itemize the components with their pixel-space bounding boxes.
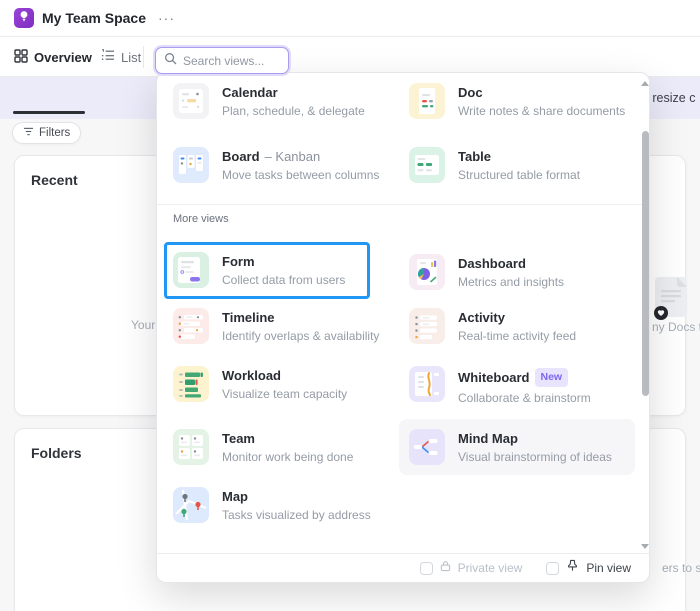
view-desc: Real-time activity feed [458,329,577,343]
lock-icon [440,559,451,577]
filters-button[interactable]: Filters [12,122,82,144]
views-popup: Calendar Plan, schedule, & delegate Doc … [156,72,650,583]
private-view-checkbox[interactable] [419,561,433,575]
folders-empty-text: ers to show [662,561,700,575]
popup-footer: Private view Pin view [157,553,649,582]
page-title: My Team Space [42,10,147,26]
new-badge: New [534,368,569,387]
view-desc: Plan, schedule, & delegate [222,104,365,118]
search-views-input[interactable] [183,53,280,68]
search-icon [164,52,177,70]
view-title: Team [222,431,255,446]
pin-icon [566,559,579,577]
folders-card-title: Folders [31,445,82,461]
calendar-view-icon [173,83,209,119]
scrollbar-down-arrow[interactable] [641,544,649,549]
tab-list[interactable]: List [100,47,141,67]
tab-list-label: List [121,49,142,65]
view-desc: Identify overlaps & availability [222,329,380,343]
view-desc: Metrics and insights [458,275,565,289]
view-title: Timeline [222,310,275,325]
table-view-icon [409,147,445,183]
view-item-whiteboard[interactable]: Whiteboard New Collaborate & brainstorm [409,366,635,405]
recent-card-title: Recent [31,172,78,188]
tab-divider [143,46,144,68]
view-title: Activity [458,310,505,325]
view-item-team[interactable]: Team Monitor work being done [173,429,399,465]
view-desc: Write notes & share documents [458,104,626,118]
tab-overview-label: Overview [34,49,92,65]
grid-icon [14,48,28,66]
doc-heart-empty-state-icon [652,276,692,325]
workload-view-icon [173,366,209,402]
dashboard-view-icon [409,254,445,290]
more-views-label: More views [173,213,229,225]
view-desc: Collect data from users [222,273,346,287]
view-desc: Visual brainstorming of ideas [458,450,612,464]
list-icon [100,48,115,65]
private-view-toggle[interactable]: Private view [419,559,523,577]
search-views-box[interactable] [155,47,289,74]
active-tab-underline [13,111,85,114]
view-title: Calendar [222,85,278,100]
view-item-calendar[interactable]: Calendar Plan, schedule, & delegate [173,83,399,119]
view-title: Table [458,149,491,164]
whiteboard-view-icon [409,366,445,402]
map-view-icon [173,487,209,523]
tab-overview[interactable]: Overview [14,47,92,67]
pin-view-toggle[interactable]: Pin view [546,559,631,577]
view-item-doc[interactable]: Doc Write notes & share documents [409,83,635,119]
activity-view-icon [409,308,445,344]
view-item-table[interactable]: Table Structured table format [409,147,635,183]
scrollbar-up-arrow[interactable] [641,81,649,86]
timeline-view-icon [173,308,209,344]
view-title: Form [222,254,255,269]
mindmap-view-icon [409,429,445,465]
board-view-icon [173,147,209,183]
screen: My Team Space ··· Overview List nd resiz… [0,0,700,611]
form-view-icon [173,252,209,288]
view-title: Board [222,149,260,164]
view-desc: Move tasks between columns [222,168,380,182]
space-avatar[interactable] [14,8,34,28]
bulb-icon [18,9,30,27]
view-title: Whiteboard [458,370,530,385]
view-item-timeline[interactable]: Timeline Identify overlaps & availabilit… [173,308,399,344]
app-header: My Team Space ··· [0,0,700,37]
view-desc: Collaborate & brainstorm [458,391,591,405]
tab-bar: Overview List [0,37,700,114]
doc-view-icon [409,83,445,119]
view-title: Dashboard [458,256,526,271]
private-view-label: Private view [457,561,523,575]
popup-section-divider [157,204,649,205]
view-item-map[interactable]: Map Tasks visualized by address [173,487,399,523]
recent-empty-text-left: Your [131,318,156,332]
view-item-board[interactable]: Board – Kanban Move tasks between columns [173,147,399,183]
pin-view-label: Pin view [586,561,631,575]
view-item-activity[interactable]: Activity Real-time activity feed [409,308,635,344]
scrollbar-thumb[interactable] [642,131,649,396]
view-desc: Tasks visualized by address [222,508,371,522]
view-item-form[interactable]: Form Collect data from users [173,252,399,288]
view-item-dashboard[interactable]: Dashboard Metrics and insights [409,254,635,290]
view-title: Map [222,489,248,504]
filters-label: Filters [39,127,71,139]
view-desc: Structured table format [458,168,581,182]
pin-view-checkbox[interactable] [546,561,560,575]
space-menu-button[interactable]: ··· [158,10,175,26]
view-title: Mind Map [458,431,518,446]
view-title: Doc [458,85,483,100]
team-view-icon [173,429,209,465]
view-title: Workload [222,368,281,383]
filter-icon [23,127,34,139]
view-desc: Monitor work being done [222,450,354,464]
view-item-workload[interactable]: Workload Visualize team capacity [173,366,399,402]
view-desc: Visualize team capacity [222,387,348,401]
view-title-suffix: – Kanban [264,149,321,164]
view-item-mindmap[interactable]: Mind Map Visual brainstorming of ideas [409,429,635,465]
